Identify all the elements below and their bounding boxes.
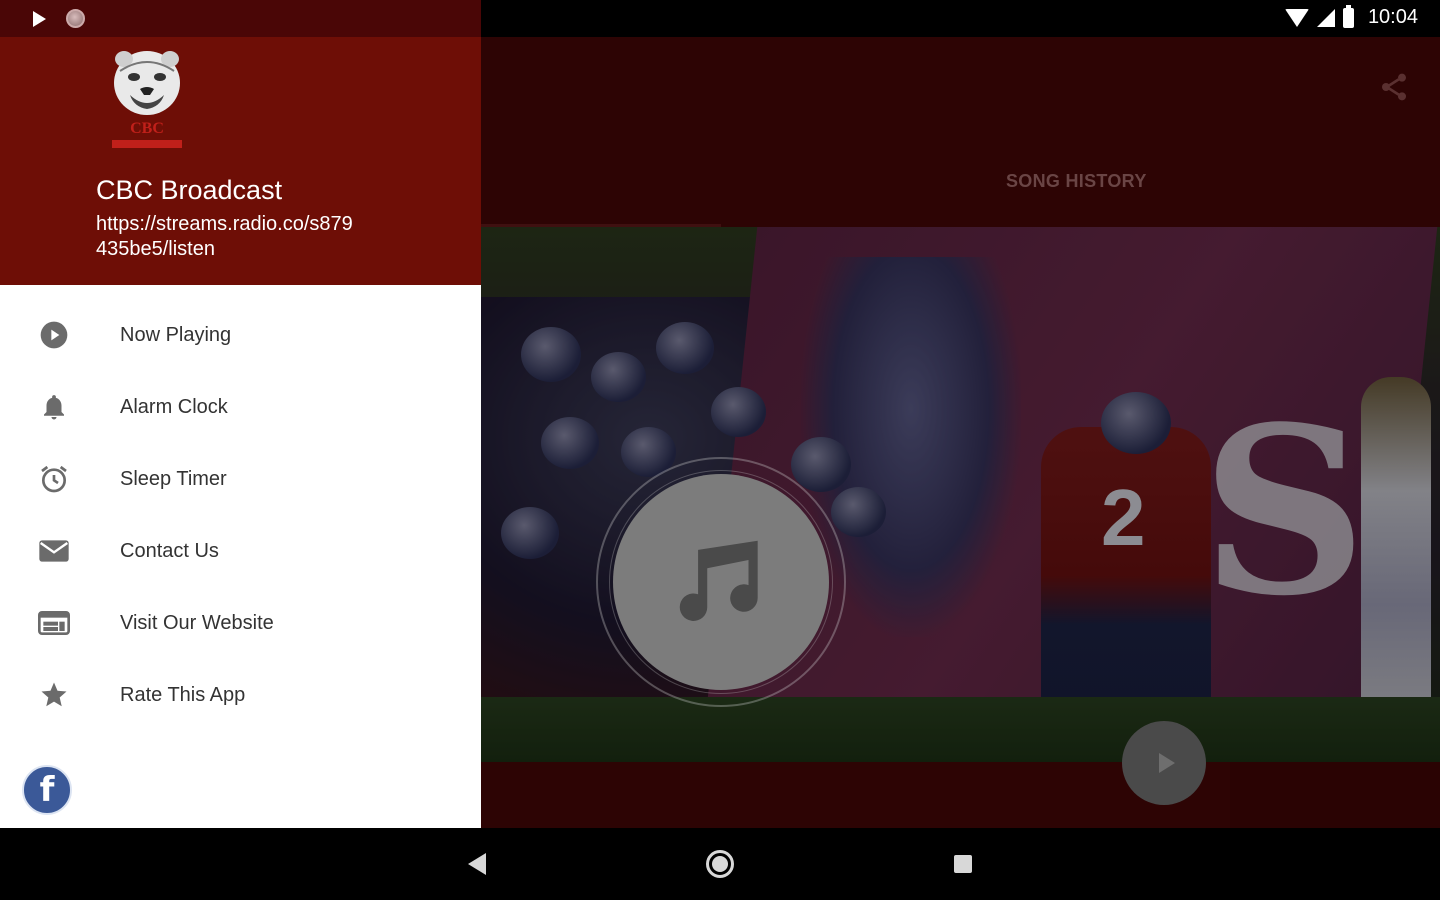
status-time: 10:04 — [1367, 6, 1418, 28]
facebook-icon[interactable]: f — [22, 765, 72, 815]
music-note-icon — [679, 540, 758, 621]
wifi-icon — [1284, 8, 1309, 27]
menu-label: Rate This App — [120, 683, 246, 706]
app-notification-icon — [66, 9, 85, 28]
navigation-drawer: CBC CBC Broadcast https://streams.radio.… — [0, 37, 481, 828]
menu-label: Contact Us — [120, 539, 219, 562]
station-name: CBC Broadcast — [96, 175, 283, 205]
drawer-menu: Now Playing Alarm Clock Sleep Timer Cont… — [0, 299, 481, 731]
station-logo: CBC — [112, 51, 182, 148]
station-background-image: S 2 — [481, 227, 1440, 762]
mail-icon — [38, 535, 70, 567]
play-button[interactable] — [1122, 721, 1206, 805]
web-icon — [38, 607, 70, 639]
media-play-notification-icon — [33, 11, 46, 27]
back-icon[interactable] — [468, 853, 486, 875]
menu-item-alarm-clock[interactable]: Alarm Clock — [0, 371, 481, 443]
app-toolbar: SONG HISTORY — [481, 37, 1440, 227]
menu-item-visit-website[interactable]: Visit Our Website — [0, 587, 481, 659]
menu-label: Sleep Timer — [120, 467, 227, 490]
menu-item-now-playing[interactable]: Now Playing — [0, 299, 481, 371]
system-navigation-bar — [0, 828, 1440, 900]
star-icon — [38, 679, 70, 711]
bell-icon — [38, 391, 70, 423]
alarm-clock-icon — [38, 463, 70, 495]
menu-item-rate-app[interactable]: Rate This App — [0, 659, 481, 731]
album-art — [613, 474, 829, 690]
cell-signal-icon — [1316, 8, 1335, 27]
stream-url: https://streams.radio.co/s879435be5/list… — [96, 213, 353, 260]
scrim-overlay — [481, 227, 1440, 762]
play-circle-icon — [38, 319, 70, 351]
battery-icon — [1342, 4, 1354, 28]
drawer-header: CBC CBC Broadcast https://streams.radio.… — [0, 37, 481, 285]
tab-song-history[interactable]: SONG HISTORY — [1006, 171, 1147, 192]
menu-label: Now Playing — [120, 323, 232, 346]
share-icon[interactable] — [1378, 71, 1410, 103]
svg-text:CBC: CBC — [130, 120, 164, 137]
main-screen: SONG HISTORY S 2 — [481, 37, 1440, 828]
home-icon[interactable] — [706, 850, 734, 878]
status-bar: 10:04 — [0, 0, 1440, 37]
menu-item-contact-us[interactable]: Contact Us — [0, 515, 481, 587]
status-icons: 10:04 — [1284, 4, 1418, 29]
menu-label: Visit Our Website — [120, 611, 274, 634]
play-icon — [1158, 753, 1175, 773]
recent-apps-icon[interactable] — [954, 855, 972, 873]
player-bar — [481, 762, 1230, 828]
menu-item-sleep-timer[interactable]: Sleep Timer — [0, 443, 481, 515]
menu-label: Alarm Clock — [120, 395, 228, 418]
